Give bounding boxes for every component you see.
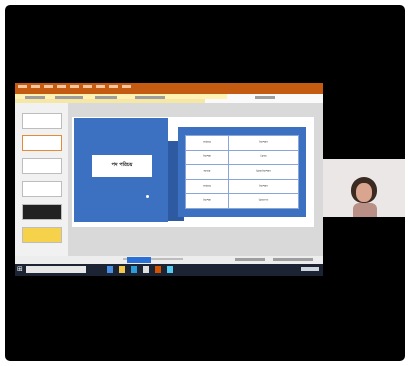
table-cell: অব্যয়: [185, 164, 229, 180]
pointer: [146, 195, 149, 198]
ribbon-tab[interactable]: [44, 85, 53, 88]
slide-thumbnail[interactable]: [22, 135, 62, 151]
notes-button[interactable]: [127, 257, 151, 263]
table-cell: সর্বনাম: [185, 178, 229, 195]
status-bar: [15, 256, 323, 264]
table-cell: বিশেষ্য: [185, 193, 229, 209]
ribbon-tab[interactable]: [31, 85, 40, 88]
slide-title: পদ পরিচয়: [92, 155, 152, 177]
folder-icon[interactable]: [119, 266, 125, 273]
app-icon[interactable]: [143, 266, 149, 273]
participant-video[interactable]: [323, 159, 405, 217]
participant-body: [353, 203, 377, 217]
table-cell: বিশেষণ: [227, 178, 300, 195]
slide-thumbnail[interactable]: [22, 158, 62, 174]
taskbar-search[interactable]: [26, 266, 86, 273]
system-clock: [301, 267, 319, 271]
browser-icon[interactable]: [131, 266, 137, 273]
ribbon-tab[interactable]: [57, 85, 66, 88]
zoom-slider[interactable]: [273, 258, 313, 261]
tool-icon[interactable]: [95, 96, 117, 99]
ribbon-tab-bar: [15, 83, 323, 94]
tool-icon[interactable]: [255, 96, 275, 99]
slide-thumbnail[interactable]: [22, 181, 62, 197]
shared-screen[interactable]: পদ পরিচয় সর্বনাম বিশেষণ বিশেষ্য ক্রিয়া…: [15, 83, 323, 291]
tool-icon[interactable]: [135, 96, 165, 99]
ribbon-tab[interactable]: [96, 85, 105, 88]
slide-thumbnail[interactable]: [22, 204, 62, 220]
powerpoint-icon[interactable]: [155, 266, 161, 273]
table-cell: বিশেষ্য: [185, 149, 229, 166]
table-cell: ক্রিয়া: [227, 149, 300, 166]
participant-face: [356, 183, 372, 202]
table-cell: সর্বনাম: [185, 135, 229, 151]
ribbon-tab[interactable]: [83, 85, 92, 88]
ribbon-tab[interactable]: [18, 85, 27, 88]
slide-editor: পদ পরিচয় সর্বনাম বিশেষণ বিশেষ্য ক্রিয়া…: [68, 103, 323, 256]
slide-thumbnail[interactable]: [22, 113, 62, 129]
tool-icon[interactable]: [25, 96, 45, 99]
windows-icon[interactable]: ⊞: [17, 266, 24, 273]
taskbar: ⊞: [15, 264, 323, 276]
ribbon-tab[interactable]: [122, 85, 131, 88]
tool-icon[interactable]: [55, 96, 83, 99]
table-cell: ক্রিয়াবিশেষণ: [227, 164, 300, 180]
current-slide[interactable]: পদ পরিচয় সর্বনাম বিশেষণ বিশেষ্য ক্রিয়া…: [72, 117, 314, 227]
meeting-window: পদ পরিচয় সর্বনাম বিশেষণ বিশেষ্য ক্রিয়া…: [5, 5, 405, 361]
slide-thumbnail[interactable]: [22, 227, 62, 243]
ribbon-tab[interactable]: [70, 85, 79, 88]
slide-thumbnail-pane: [15, 103, 69, 256]
ribbon-tab[interactable]: [109, 85, 118, 88]
table-cell: বিশেষণ: [227, 135, 300, 151]
view-controls[interactable]: [235, 258, 265, 261]
meeting-app-icon[interactable]: [167, 266, 173, 273]
table-cell: ক্রিয়াপদ: [227, 193, 300, 209]
app-icon[interactable]: [107, 266, 113, 273]
slide-table: সর্বনাম বিশেষণ বিশেষ্য ক্রিয়া অব্যয় ক্…: [185, 135, 300, 209]
